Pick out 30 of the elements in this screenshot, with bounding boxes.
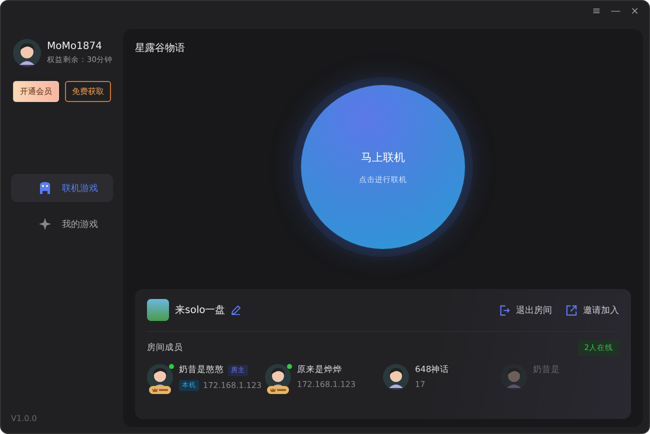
share-icon — [566, 304, 577, 316]
member-name: 奶昔是憨憨 — [179, 364, 224, 376]
members-heading: 房间成员 — [147, 342, 183, 354]
ip-address: 17 — [415, 380, 426, 389]
sparkle-icon — [38, 217, 52, 231]
free-get-button[interactable]: 免费获取 — [65, 81, 111, 102]
sidebar-item[interactable]: 联机游戏 — [11, 174, 113, 202]
exit-icon — [499, 304, 510, 316]
user-name: MoMo1874 — [47, 41, 103, 52]
game-thumbnail — [147, 299, 169, 321]
ip-address: 172.168.1.123 — [203, 381, 262, 390]
membership-button[interactable]: 开通会员 — [13, 81, 59, 102]
member-name: 648神话 — [415, 364, 450, 376]
avatar-icon — [13, 39, 41, 67]
member-name: 奶昔是 — [533, 364, 560, 376]
window-control-button[interactable]: — — [610, 6, 621, 17]
ip-address: 172.168.1.123 — [297, 380, 356, 389]
edit-icon[interactable] — [231, 305, 242, 315]
member-name: 原来是烨烨 — [297, 364, 342, 376]
avatar-icon — [501, 364, 527, 390]
sidebar-item[interactable]: 我的游戏 — [11, 210, 113, 238]
invite-button[interactable]: 邀请加入 — [566, 304, 619, 316]
game-title: 星露谷物语 — [135, 42, 186, 55]
avatar-icon — [383, 364, 409, 390]
room-name: 来solo一盘 — [175, 304, 226, 317]
window-control-button[interactable]: ≡ — [592, 6, 601, 17]
exit-room-button[interactable]: 退出房间 — [499, 304, 552, 316]
window-control-button[interactable]: × — [630, 6, 639, 17]
gamepad-icon — [38, 181, 52, 195]
version-text: V1.0.0 — [11, 414, 38, 423]
